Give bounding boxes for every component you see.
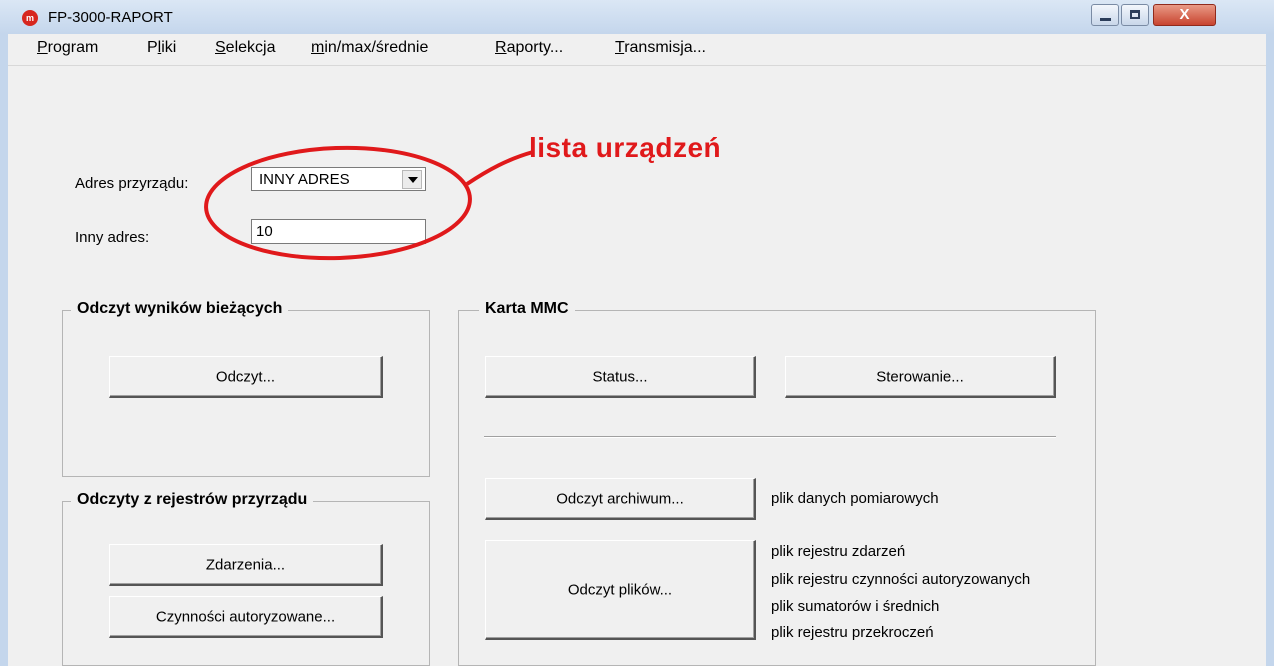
group-current-title: Odczyt wyników bieżących [71, 300, 289, 318]
group-registers-title: Odczyty z rejestrów przyrządu [71, 491, 314, 509]
group-mmc-title: Karta MMC [479, 300, 575, 318]
app-window: m FP-3000-RAPORT X Program Pliki Selekcj… [0, 0, 1274, 666]
files-description-3: plik sumatorów i średnich [771, 598, 940, 615]
archive-readout-button[interactable]: Odczyt archiwum... [485, 478, 756, 520]
annotation-arrow-line [465, 150, 534, 186]
control-button[interactable]: Sterowanie... [785, 356, 1056, 398]
events-button[interactable]: Zdarzenia... [109, 544, 383, 586]
files-readout-button[interactable]: Odczyt plików... [485, 540, 756, 640]
files-description-2: plik rejestru czynności autoryzowanych [771, 571, 1031, 588]
files-description-1: plik rejestru zdarzeń [771, 543, 906, 560]
odczyt-button[interactable]: Odczyt... [109, 356, 383, 398]
status-button[interactable]: Status... [485, 356, 756, 398]
annotation-text: lista urządzeń [529, 132, 722, 163]
annotation-ellipse [204, 145, 472, 261]
mmc-separator [484, 436, 1056, 438]
archive-description: plik danych pomiarowych [771, 490, 939, 507]
authorized-actions-button[interactable]: Czynności autoryzowane... [109, 596, 383, 638]
files-description-4: plik rejestru przekroczeń [771, 624, 934, 641]
